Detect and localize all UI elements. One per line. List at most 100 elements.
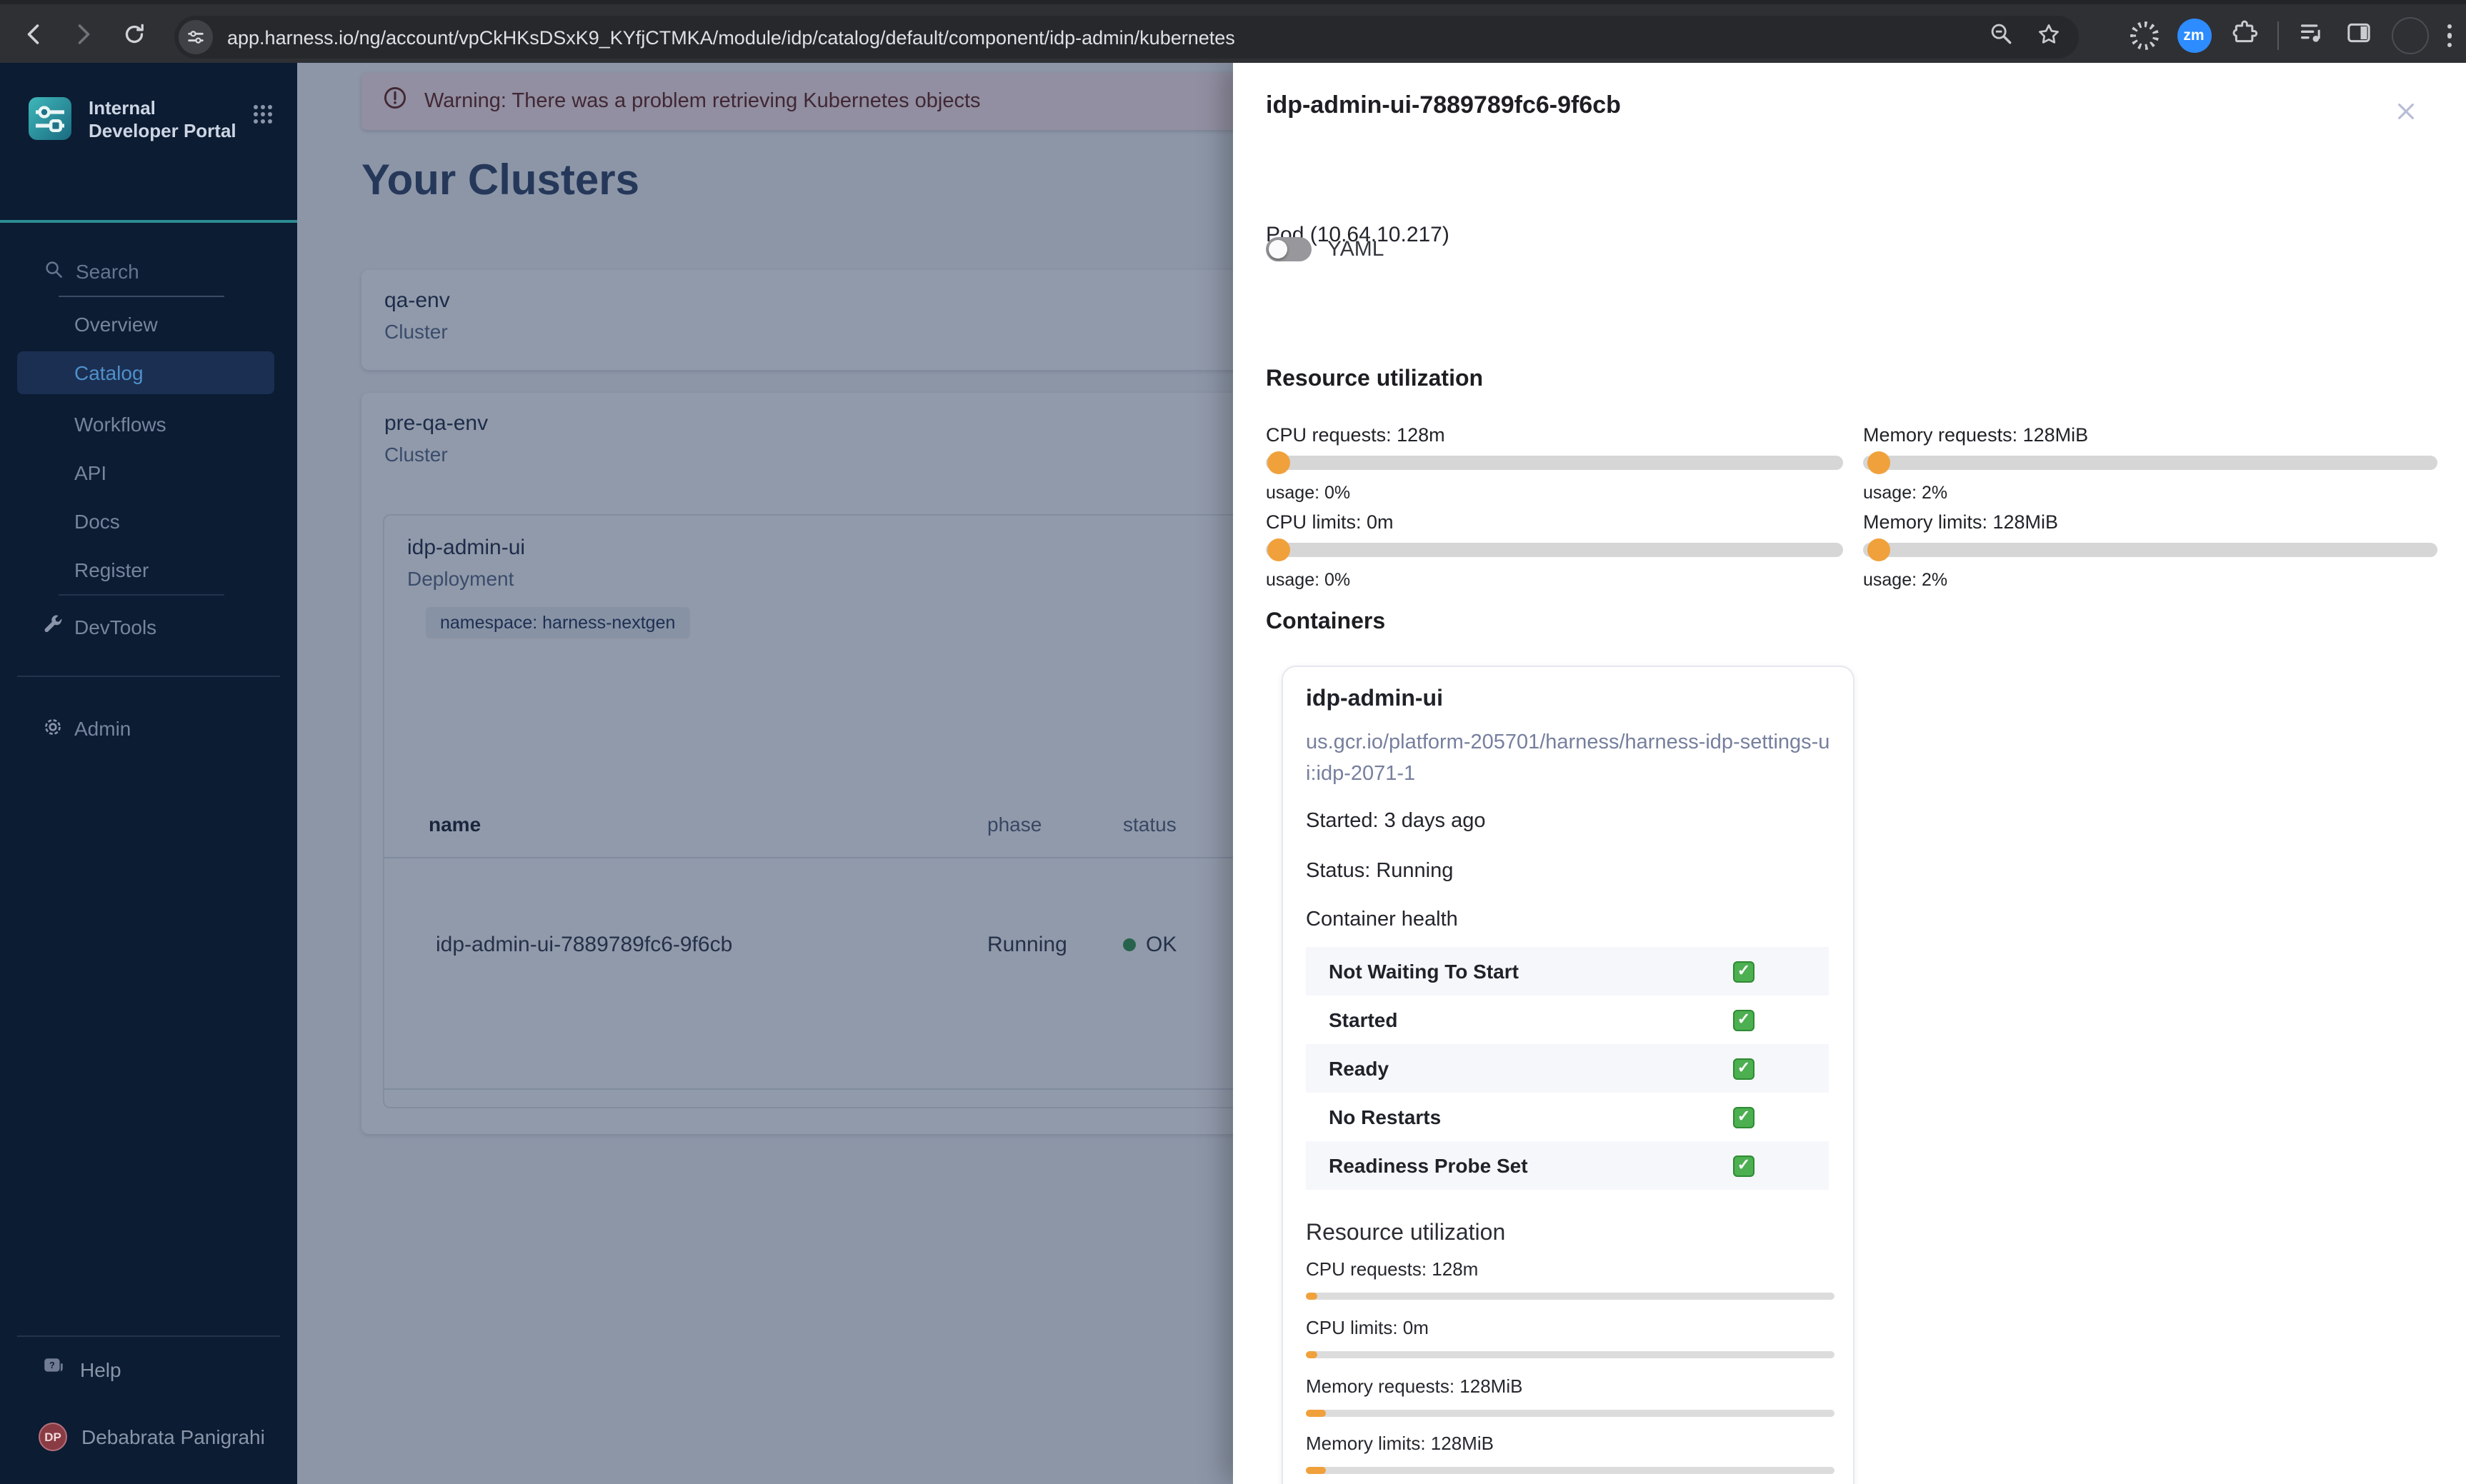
- sidebar-search[interactable]: Search: [43, 259, 139, 284]
- brand-title: Internal Developer Portal: [89, 97, 236, 142]
- mini-metric-bar: [1306, 1410, 1834, 1417]
- search-icon: [43, 259, 64, 284]
- mini-metric-memory-limits: Memory limits: 128MiB: [1306, 1433, 1834, 1474]
- yaml-toggle-label: YAML: [1327, 237, 1384, 261]
- sidebar-item-register[interactable]: Register: [74, 558, 149, 581]
- metric-label: CPU requests: 128m: [1266, 424, 1445, 446]
- health-check-label: Started: [1329, 1008, 1398, 1031]
- mini-metric-label: CPU limits: 0m: [1306, 1317, 1429, 1338]
- yaml-toggle[interactable]: [1266, 237, 1312, 261]
- metric-usage: usage: 2%: [1863, 483, 1948, 503]
- health-row: Ready ✓: [1306, 1044, 1829, 1093]
- extensions-cluster: zm: [2130, 4, 2460, 67]
- check-icon: ✓: [1733, 1009, 1754, 1031]
- mini-metric-label: Memory requests: 128MiB: [1306, 1375, 1523, 1397]
- metric-bar: [1266, 538, 1843, 561]
- metric-label: Memory requests: 128MiB: [1863, 424, 2089, 446]
- mini-metric-bar: [1306, 1467, 1834, 1474]
- health-check-label: Readiness Probe Set: [1329, 1154, 1528, 1177]
- svg-text:?: ?: [49, 1360, 55, 1370]
- sidebar-item-catalog[interactable]: Catalog: [17, 351, 274, 394]
- sidebar-item-api[interactable]: API: [74, 461, 106, 484]
- idp-logo-icon: [29, 97, 71, 147]
- mini-metric-label: Memory limits: 128MiB: [1306, 1433, 1494, 1454]
- pod-details-drawer: idp-admin-ui-7889789fc6-9f6cb Pod (10.64…: [1233, 63, 2466, 1484]
- browser-profile-avatar[interactable]: [2391, 17, 2428, 54]
- check-icon: ✓: [1733, 1155, 1754, 1176]
- metric-usage: usage: 0%: [1266, 570, 1351, 590]
- metric-memory-requests: Memory requests: 128MiB usage: 2%: [1863, 424, 2437, 503]
- user-avatar: DP: [39, 1423, 67, 1451]
- sidebar-user[interactable]: DP Debabrata Panigrahi: [39, 1423, 265, 1451]
- mini-metric-memory-requests: Memory requests: 128MiB: [1306, 1375, 1834, 1417]
- bookmark-star-icon[interactable]: [2036, 21, 2062, 54]
- mini-metric-cpu-limits: CPU limits: 0m: [1306, 1317, 1834, 1358]
- site-controls-icon[interactable]: [179, 20, 213, 54]
- brand-row: Internal Developer Portal: [29, 97, 274, 147]
- drawer-title: idp-admin-ui-7889789fc6-9f6cb: [1266, 91, 1621, 119]
- brand-divider: [0, 220, 297, 223]
- mini-metric-label: CPU requests: 128m: [1306, 1258, 1479, 1280]
- url-bar[interactable]: app.harness.io/ng/account/vpCkHKsDSxK9_K…: [174, 16, 2079, 59]
- side-panel-icon[interactable]: [2344, 18, 2372, 54]
- check-icon: ✓: [1733, 961, 1754, 982]
- search-underline: [59, 296, 224, 297]
- module-grid-icon[interactable]: [251, 103, 274, 147]
- health-row: Started ✓: [1306, 996, 1829, 1044]
- metric-label: CPU limits: 0m: [1266, 511, 1394, 533]
- metric-cpu-requests: CPU requests: 128m usage: 0%: [1266, 424, 1843, 503]
- container-name: idp-admin-ui: [1306, 687, 1443, 711]
- metric-memory-limits: Memory limits: 128MiB usage: 2%: [1863, 511, 2437, 590]
- close-icon[interactable]: [2395, 100, 2420, 126]
- forward-icon[interactable]: [69, 20, 97, 49]
- mini-metric-bar: [1306, 1351, 1834, 1358]
- sidebar-divider-2: [17, 676, 280, 677]
- sidebar-item-catalog-label: Catalog: [74, 361, 144, 384]
- metric-label: Memory limits: 128MiB: [1863, 511, 2059, 533]
- container-card: idp-admin-ui us.gcr.io/platform-205701/h…: [1282, 666, 1855, 1484]
- metric-bar: [1863, 538, 2437, 561]
- back-icon[interactable]: [20, 20, 49, 49]
- sidebar-item-overview[interactable]: Overview: [74, 313, 158, 336]
- health-check-label: No Restarts: [1329, 1106, 1442, 1128]
- health-row: Not Waiting To Start ✓: [1306, 947, 1829, 996]
- container-image: us.gcr.io/platform-205701/harness/harnes…: [1306, 731, 1830, 786]
- user-name: Debabrata Panigrahi: [81, 1425, 265, 1448]
- gear-icon: [41, 716, 64, 746]
- zoom-level-icon[interactable]: [1989, 21, 2013, 53]
- toolbar-separator: [2277, 21, 2278, 50]
- metric-usage: usage: 0%: [1266, 483, 1351, 503]
- check-icon: ✓: [1733, 1058, 1754, 1079]
- sidebar-item-workflows[interactable]: Workflows: [74, 413, 166, 436]
- health-row: Readiness Probe Set ✓: [1306, 1141, 1829, 1190]
- check-icon: ✓: [1733, 1106, 1754, 1128]
- extensions-puzzle-icon[interactable]: [2230, 18, 2258, 54]
- zoom-extension-icon[interactable]: zm: [2177, 19, 2211, 53]
- media-playlist-icon[interactable]: [2297, 18, 2325, 54]
- sidebar-item-docs[interactable]: Docs: [74, 510, 120, 533]
- url-bar-actions: [1989, 21, 2062, 54]
- sidebar-item-admin[interactable]: Admin: [74, 717, 131, 740]
- help-chat-icon: ?: [41, 1355, 66, 1384]
- metric-bar: [1863, 451, 2437, 474]
- health-check-label: Ready: [1329, 1057, 1389, 1080]
- browser-toolbar: app.harness.io/ng/account/vpCkHKsDSxK9_K…: [0, 0, 2466, 63]
- metric-usage: usage: 2%: [1863, 570, 1948, 590]
- container-started: Started: 3 days ago: [1306, 810, 1486, 833]
- reload-icon[interactable]: [120, 20, 149, 49]
- spinner-extension-icon[interactable]: [2130, 21, 2158, 50]
- sidebar-item-devtools[interactable]: DevTools: [74, 616, 156, 638]
- health-check-label: Not Waiting To Start: [1329, 960, 1519, 983]
- help-label: Help: [80, 1358, 121, 1381]
- metric-bar: [1266, 451, 1843, 474]
- yaml-toggle-row: YAML: [1266, 237, 1384, 261]
- container-ru-heading: Resource utilization: [1306, 1221, 1506, 1245]
- health-row: No Restarts ✓: [1306, 1093, 1829, 1141]
- sidebar-divider-1: [59, 594, 224, 596]
- mini-metric-bar: [1306, 1293, 1834, 1300]
- containers-heading: Containers: [1266, 610, 1386, 634]
- sidebar-divider-bottom: [17, 1335, 280, 1337]
- sidebar-item-help[interactable]: ? Help: [41, 1355, 121, 1384]
- url-text[interactable]: app.harness.io/ng/account/vpCkHKsDSxK9_K…: [227, 26, 1989, 48]
- browser-menu-icon[interactable]: [2447, 24, 2452, 48]
